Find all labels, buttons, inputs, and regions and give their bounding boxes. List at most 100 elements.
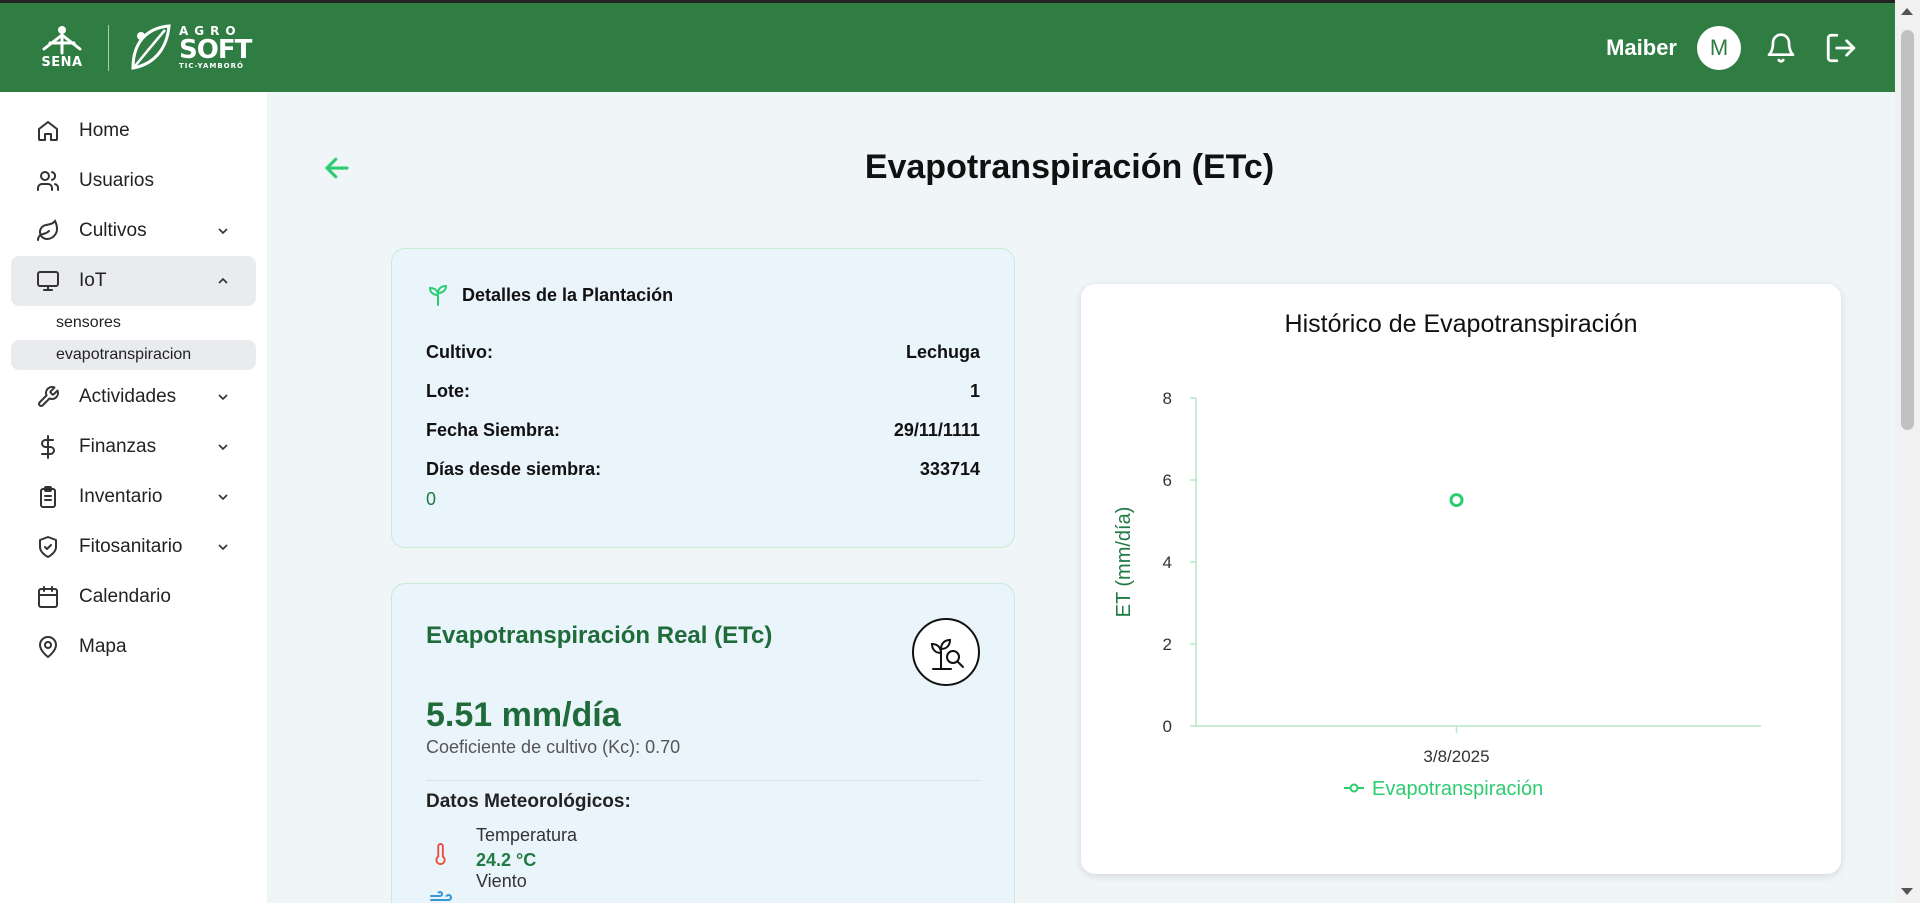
detail-label: Cultivo: [426,342,493,362]
details-title: Detalles de la Plantación [462,284,674,305]
scroll-down-arrow[interactable] [1901,888,1913,895]
detail-label: Fecha Siembra: [426,420,561,440]
meteo-row-viento: Viento [426,871,980,903]
agro-mid-text: SOFT [179,35,252,65]
etc-value: 5.51 mm/día [426,696,621,734]
shield-icon [35,534,61,560]
sena-logo: SENA [34,25,90,70]
sidebar-item-home[interactable]: Home [11,106,256,156]
home-icon [35,118,61,144]
sprout-icon [428,284,448,306]
detail-value: Lechuga [905,342,980,362]
chevron-down-icon [214,488,232,506]
page-title: Evapotranspiración (ETc) [864,148,1275,186]
x-tick-label: 3/8/2025 [1423,747,1489,766]
detail-label: Días desde siembra: [426,459,602,479]
user-name: Maiber [1606,34,1677,60]
leaf-icon [35,218,61,244]
meteo-label: Temperatura [476,825,578,845]
sidebar-item-iot[interactable]: IoT [11,256,256,306]
sidebar-item-calendario[interactable]: Calendario [11,572,256,622]
data-point [1449,493,1464,508]
sidebar-item-label: Calendario [79,586,171,607]
user-area: Maiber M [1606,25,1861,70]
sidebar-item-label: Usuarios [79,170,154,191]
detail-value: 333714 [919,459,980,479]
sidebar-item-label: Inventario [79,486,163,507]
logout-button[interactable] [1821,28,1861,68]
monitor-icon [35,268,61,294]
plantation-details-card: Detalles de la Plantación Cultivo: Lechu… [391,248,1015,548]
sidebar-item-label: Finanzas [79,436,157,457]
y-axis-label: ET (mm/día) [1113,507,1135,618]
users-icon [35,168,61,194]
agrosoft-leaf-icon [131,23,171,70]
sena-logo-icon [42,26,82,55]
y-tick-label: 0 [1163,717,1172,736]
y-tick-label: 2 [1163,635,1172,654]
sidebar-item-inventario[interactable]: Inventario [11,472,256,522]
detail-row-lote: Lote: 1 [426,372,980,411]
divider [426,780,980,781]
sidebar-item-mapa[interactable]: Mapa [11,622,256,672]
sidebar-item-label: Home [79,120,130,141]
y-tick-label: 6 [1163,471,1172,490]
sidebar-subitem-evapotranspiracion[interactable]: evapotranspiracion [11,340,256,370]
wind-icon [426,885,456,903]
chevron-down-icon [214,538,232,556]
dollar-icon [35,434,61,460]
agro-bot-text: TIC-YAMBORÓ [179,62,244,70]
detail-row-dias-desde-siembra: Días desde siembra: 333714 [426,450,980,489]
detail-value: 1 [969,381,980,401]
top-header: SENA AGRO SOFT TIC-YAMBORÓ Maiber M [0,0,1895,92]
page-scrollbar[interactable] [1895,0,1920,903]
sidebar: Home Usuarios Cultivos IoT sensores evap… [0,92,267,903]
scroll-up-arrow[interactable] [1901,8,1913,15]
sena-text: SENA [41,55,83,70]
et-history-chart-card: Histórico de Evapotranspiración 0 2 4 6 8 ET … [1081,284,1841,874]
meteo-title: Datos Meteorológicos: [426,791,631,812]
sidebar-subitem-sensores[interactable]: sensores [11,308,256,338]
scroll-thumb[interactable] [1901,30,1914,430]
sidebar-item-label: Cultivos [79,220,147,241]
detail-row-fecha-siembra: Fecha Siembra: 29/11/1111 [426,411,980,450]
agrosoft-logo: AGRO SOFT TIC-YAMBORÓ [127,22,252,74]
avatar[interactable]: M [1697,25,1741,70]
sidebar-item-label: IoT [79,270,107,291]
wrench-icon [35,384,61,410]
etc-card: Evapotranspiración Real (ETc) 5.51 mm/dí… [391,583,1015,903]
notifications-button[interactable] [1761,28,1801,68]
sidebar-item-label: Actividades [79,386,177,407]
sidebar-item-usuarios[interactable]: Usuarios [11,156,256,206]
logout-icon [1826,33,1856,62]
legend-marker [1349,783,1359,793]
etc-title: Evapotranspiración Real (ETc) [426,622,773,649]
sidebar-item-fitosanitario[interactable]: Fitosanitario [11,522,256,572]
y-tick-label: 8 [1163,389,1172,408]
detail-value: 29/11/1111 [893,420,980,440]
bell-icon [1767,32,1795,63]
map-pin-icon [35,634,61,660]
detail-row-cultivo: Cultivo: Lechuga [426,333,980,372]
clipboard-icon [35,484,61,510]
brand-logos[interactable]: SENA AGRO SOFT TIC-YAMBORÓ [34,22,252,74]
chevron-up-icon [214,272,232,290]
et-history-chart: 0 2 4 6 8 ET (mm/día) 3/8/2025 Evapotranspiraci… [1113,389,1761,800]
plant-analysis-icon [912,618,980,686]
meteo-label: Viento [476,871,527,891]
sidebar-item-label: Mapa [79,636,127,657]
main-content: Evapotranspiración (ETc) Detalles de la … [267,92,1895,903]
y-tick-label: 4 [1163,553,1172,572]
calendar-icon [35,584,61,610]
sidebar-item-label: Fitosanitario [79,536,183,557]
detail-label: Lote: [426,381,470,401]
sidebar-item-actividades[interactable]: Actividades [11,372,256,422]
detail-extra-value: 0 [426,489,437,509]
meteo-value: 24.2 °C [476,850,537,870]
etc-kc: Coeficiente de cultivo (Kc): 0.70 [426,737,681,757]
legend-label: Evapotranspiración [1372,778,1543,800]
sidebar-item-cultivos[interactable]: Cultivos [11,206,256,256]
chevron-down-icon [214,388,232,406]
sidebar-item-finanzas[interactable]: Finanzas [11,422,256,472]
chevron-down-icon [214,222,232,240]
